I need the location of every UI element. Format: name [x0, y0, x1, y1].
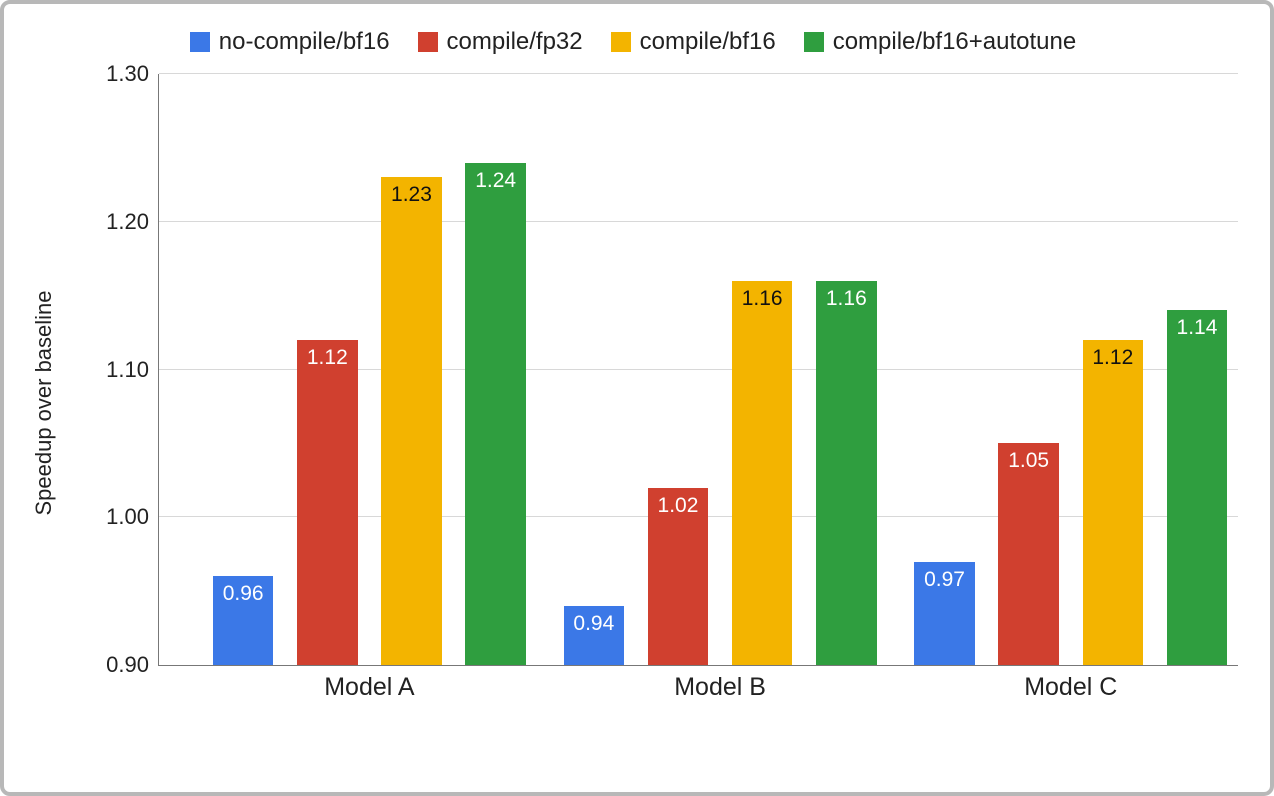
bar: 1.14 — [1167, 310, 1227, 665]
legend-swatch — [418, 32, 438, 52]
bar-value-label: 1.12 — [1083, 346, 1143, 370]
legend-swatch — [804, 32, 824, 52]
chart-wrap: no-compile/bf16 compile/fp32 compile/bf16 c… — [22, 28, 1244, 778]
plot-area: 0.901.001.101.201.30Model AModel BModel … — [158, 74, 1238, 666]
bar-value-label: 1.24 — [465, 169, 525, 193]
bar: 1.05 — [998, 443, 1058, 665]
legend-item: compile/fp32 — [418, 28, 583, 56]
bar-value-label: 0.96 — [213, 582, 273, 606]
y-tick-label: 1.20 — [106, 209, 159, 235]
bar: 0.96 — [213, 576, 273, 665]
bar-value-label: 1.14 — [1167, 316, 1227, 340]
gridline — [159, 221, 1238, 222]
bar-value-label: 0.94 — [564, 612, 624, 636]
y-tick-label: 0.90 — [106, 652, 159, 678]
bar: 1.24 — [465, 163, 525, 665]
legend-label: compile/bf16+autotune — [833, 28, 1077, 56]
bar: 0.97 — [914, 562, 974, 665]
bar-value-label: 1.16 — [816, 287, 876, 311]
gridline — [159, 73, 1238, 74]
bar: 1.12 — [1083, 340, 1143, 665]
legend-item: compile/bf16+autotune — [804, 28, 1077, 56]
legend-item: no-compile/bf16 — [190, 28, 390, 56]
legend-label: no-compile/bf16 — [219, 28, 390, 56]
bar-value-label: 1.23 — [381, 183, 441, 207]
bar-value-label: 1.05 — [998, 449, 1058, 473]
bar-value-label: 1.02 — [648, 494, 708, 518]
y-tick-label: 1.10 — [106, 357, 159, 383]
legend-item: compile/bf16 — [611, 28, 776, 56]
y-tick-label: 1.00 — [106, 504, 159, 530]
bar-value-label: 1.12 — [297, 346, 357, 370]
x-tick-label: Model C — [1024, 665, 1117, 702]
plot: 0.901.001.101.201.30Model AModel BModel … — [110, 74, 1238, 704]
bar-value-label: 0.97 — [914, 568, 974, 592]
bar: 1.02 — [648, 488, 708, 665]
legend-swatch — [190, 32, 210, 52]
legend-label: compile/bf16 — [640, 28, 776, 56]
legend-label: compile/fp32 — [447, 28, 583, 56]
bar: 1.12 — [297, 340, 357, 665]
legend: no-compile/bf16 compile/fp32 compile/bf16 c… — [22, 28, 1244, 56]
x-tick-label: Model B — [674, 665, 766, 702]
bar: 1.16 — [816, 281, 876, 665]
x-tick-label: Model A — [324, 665, 414, 702]
y-axis-label: Speedup over baseline — [31, 290, 57, 515]
y-tick-label: 1.30 — [106, 61, 159, 87]
legend-swatch — [611, 32, 631, 52]
bar: 1.16 — [732, 281, 792, 665]
bar: 1.23 — [381, 177, 441, 665]
chart-frame: no-compile/bf16 compile/fp32 compile/bf16 c… — [0, 0, 1274, 796]
bar: 0.94 — [564, 606, 624, 665]
bar-value-label: 1.16 — [732, 287, 792, 311]
